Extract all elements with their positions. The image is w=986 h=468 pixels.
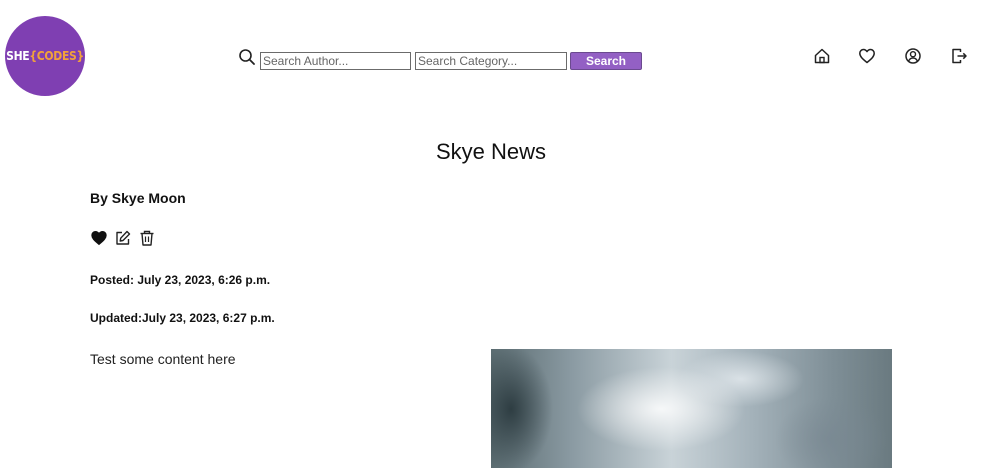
user-icon[interactable] — [904, 47, 922, 65]
updated-date: Updated:July 23, 2023, 6:27 p.m. — [90, 311, 275, 325]
search-author-input[interactable] — [260, 52, 411, 70]
search-category-input[interactable] — [415, 52, 567, 70]
edit-icon[interactable] — [114, 229, 132, 247]
logo[interactable]: SHE{CODES} — [5, 16, 85, 96]
posted-date: Posted: July 23, 2023, 6:26 p.m. — [90, 273, 271, 287]
post-title: Skye News — [435, 139, 547, 164]
logout-icon[interactable] — [950, 47, 968, 65]
search-icon — [238, 48, 256, 66]
heart-icon[interactable] — [858, 47, 876, 65]
post-actions — [90, 229, 156, 247]
search-button[interactable]: Search — [570, 52, 642, 70]
post-content: Test some content here — [90, 351, 236, 367]
post-image — [491, 349, 892, 468]
home-icon[interactable] — [813, 47, 831, 65]
logo-text: SHE{CODES} — [6, 49, 84, 63]
post-author[interactable]: By Skye Moon — [90, 190, 186, 206]
like-heart-icon[interactable] — [90, 229, 108, 247]
trash-icon[interactable] — [138, 229, 156, 247]
